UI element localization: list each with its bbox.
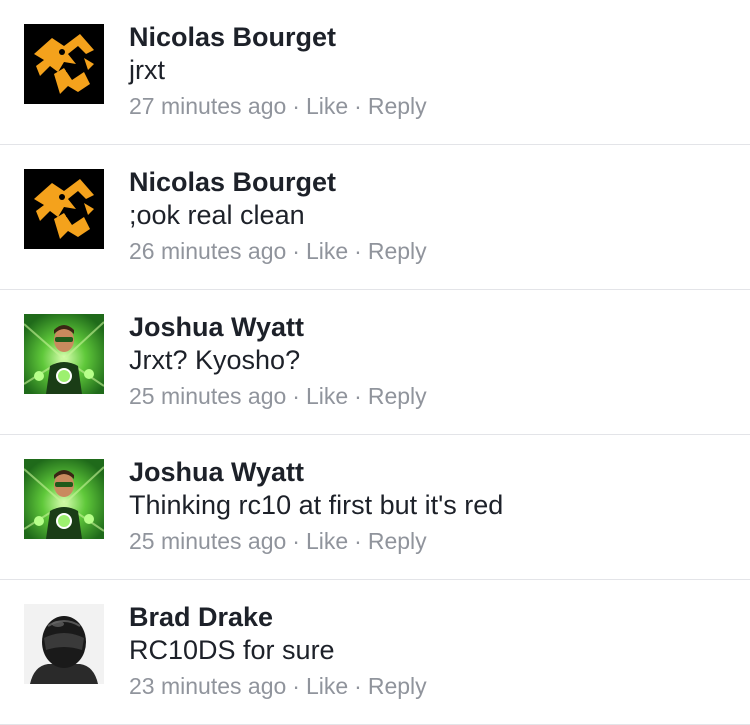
timestamp[interactable]: 25 minutes ago: [129, 527, 286, 555]
separator-dot: ·: [292, 238, 300, 264]
comment-text: Thinking rc10 at first but it's red: [129, 490, 504, 520]
comment-text: ;ook real clean: [129, 200, 305, 230]
comment-text: Jrxt? Kyosho?: [129, 345, 301, 375]
reply-button[interactable]: Reply: [368, 382, 427, 410]
like-button[interactable]: Like: [306, 672, 348, 700]
comment-list: Nicolas Bourget jrxt 27 minutes ago · Like…: [0, 0, 750, 725]
separator-dot: ·: [354, 238, 362, 264]
timestamp[interactable]: 23 minutes ago: [129, 672, 286, 700]
author-name[interactable]: Nicolas Bourget: [129, 22, 336, 52]
author-name[interactable]: Brad Drake: [129, 602, 273, 632]
comment-item: Nicolas Bourget jrxt 27 minutes ago · Like…: [0, 0, 750, 145]
author-name[interactable]: Nicolas Bourget: [129, 167, 336, 197]
timestamp[interactable]: 26 minutes ago: [129, 237, 286, 265]
comment-item: Joshua Wyatt Jrxt? Kyosho? 25 minutes ag…: [0, 290, 750, 435]
comment-item: Nicolas Bourget ;ook real clean 26 minut…: [0, 145, 750, 290]
separator-dot: ·: [292, 528, 300, 554]
green-lantern-avatar[interactable]: [24, 314, 104, 394]
fox-logo-icon: [24, 169, 104, 249]
fox-logo-avatar[interactable]: [24, 169, 104, 249]
reply-button[interactable]: Reply: [368, 527, 427, 555]
comment-item: Joshua Wyatt Thinking rc10 at first but …: [0, 435, 750, 580]
helmet-icon: [24, 604, 104, 684]
author-name[interactable]: Joshua Wyatt: [129, 457, 304, 487]
like-button[interactable]: Like: [306, 92, 348, 120]
separator-dot: ·: [354, 673, 362, 699]
reply-button[interactable]: Reply: [368, 672, 427, 700]
green-lantern-icon: [24, 459, 104, 539]
separator-dot: ·: [354, 528, 362, 554]
like-button[interactable]: Like: [306, 382, 348, 410]
fox-logo-avatar[interactable]: [24, 24, 104, 104]
timestamp[interactable]: 27 minutes ago: [129, 92, 286, 120]
separator-dot: ·: [354, 383, 362, 409]
helmet-avatar[interactable]: [24, 604, 104, 684]
reply-button[interactable]: Reply: [368, 92, 427, 120]
separator-dot: ·: [292, 383, 300, 409]
comment-text: jrxt: [129, 55, 165, 85]
comment-meta: 27 minutes ago · Like · Reply: [129, 92, 427, 120]
comment-meta: 26 minutes ago · Like · Reply: [129, 237, 427, 265]
green-lantern-icon: [24, 314, 104, 394]
separator-dot: ·: [354, 93, 362, 119]
like-button[interactable]: Like: [306, 527, 348, 555]
comment-text: RC10DS for sure: [129, 635, 335, 665]
green-lantern-avatar[interactable]: [24, 459, 104, 539]
comment-meta: 25 minutes ago · Like · Reply: [129, 527, 427, 555]
author-name[interactable]: Joshua Wyatt: [129, 312, 304, 342]
comment-meta: 23 minutes ago · Like · Reply: [129, 672, 427, 700]
fox-logo-icon: [24, 24, 104, 104]
separator-dot: ·: [292, 93, 300, 119]
reply-button[interactable]: Reply: [368, 237, 427, 265]
comment-meta: 25 minutes ago · Like · Reply: [129, 382, 427, 410]
like-button[interactable]: Like: [306, 237, 348, 265]
timestamp[interactable]: 25 minutes ago: [129, 382, 286, 410]
comment-item: Brad Drake RC10DS for sure 23 minutes ag…: [0, 580, 750, 725]
separator-dot: ·: [292, 673, 300, 699]
